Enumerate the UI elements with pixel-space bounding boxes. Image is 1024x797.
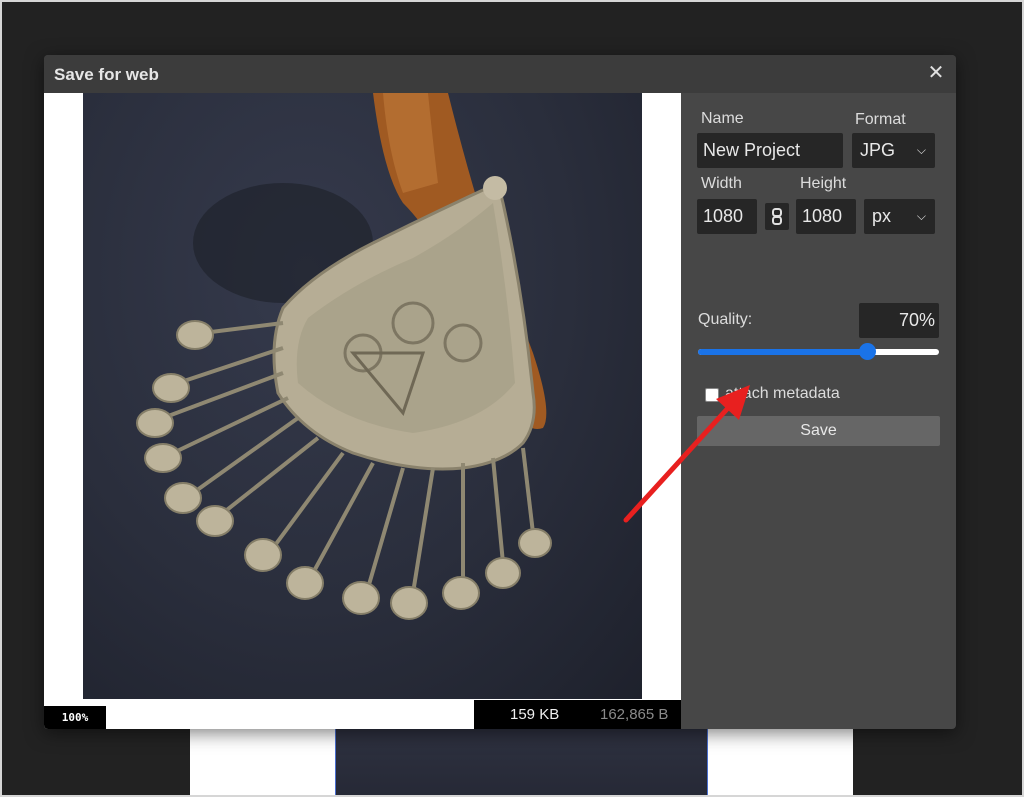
background-photo-strip xyxy=(335,729,708,797)
height-label: Height xyxy=(800,175,847,192)
file-size-bytes: 162,865 B xyxy=(600,706,669,723)
image-preview: 100% 159 KB 162,865 B xyxy=(44,93,681,729)
chevron-down-icon: ⌵ xyxy=(916,209,926,223)
save-button[interactable]: Save xyxy=(697,416,940,446)
quality-input[interactable] xyxy=(859,303,939,338)
dialog-titlebar: Save for web ✕ xyxy=(44,55,956,93)
quality-slider-fill xyxy=(698,349,867,355)
chevron-down-icon: ⌵ xyxy=(916,143,926,157)
format-label: Format xyxy=(855,111,906,128)
export-settings-panel: Name Format JPG ⌵ Width Height px ⌵ Qual… xyxy=(681,93,956,729)
name-label: Name xyxy=(701,110,744,127)
height-input[interactable] xyxy=(796,199,856,234)
attach-metadata-label: attach metadata xyxy=(725,385,840,402)
dialog-title: Save for web xyxy=(54,65,159,84)
file-size-bar: 159 KB 162,865 B xyxy=(474,700,681,729)
file-size-kb: 159 KB xyxy=(510,706,560,723)
format-select[interactable]: JPG ⌵ xyxy=(852,133,935,168)
width-label: Width xyxy=(701,175,742,192)
quality-label: Quality: xyxy=(698,311,753,328)
quality-slider[interactable] xyxy=(698,343,939,361)
save-for-web-dialog: Save for web ✕ 100% 159 KB 162,865 B Nam… xyxy=(44,55,956,729)
close-icon[interactable]: ✕ xyxy=(926,63,946,83)
zoom-level-badge: 100% xyxy=(44,706,106,729)
pendant-photo-illustration xyxy=(136,93,552,620)
quality-slider-thumb[interactable] xyxy=(858,343,876,360)
link-icon[interactable] xyxy=(765,203,789,230)
attach-metadata-checkbox[interactable] xyxy=(705,388,719,402)
width-input[interactable] xyxy=(697,199,757,234)
name-input[interactable] xyxy=(697,133,843,168)
unit-value: px xyxy=(872,206,892,226)
format-value: JPG xyxy=(860,140,896,160)
unit-select[interactable]: px ⌵ xyxy=(864,199,935,234)
preview-photo xyxy=(83,93,642,699)
background-canvas xyxy=(190,729,853,797)
